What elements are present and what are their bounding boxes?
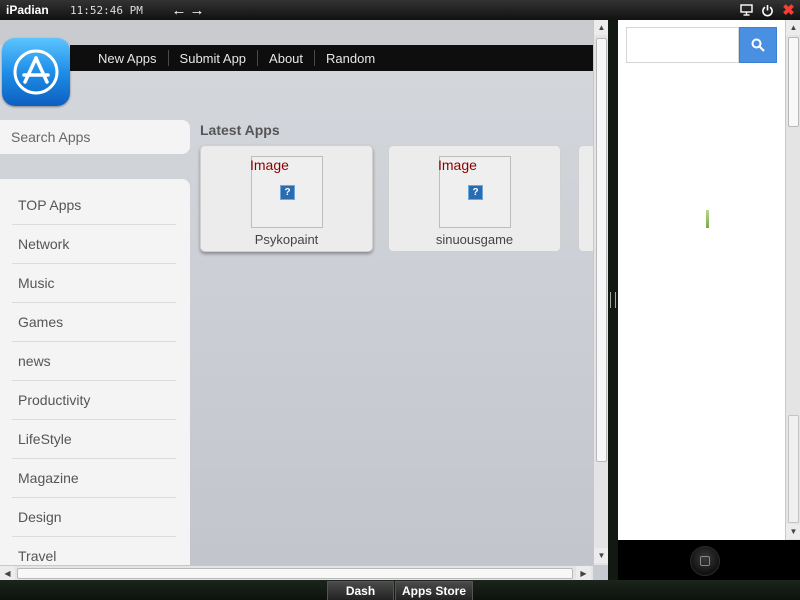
window-controls: ✖ [739, 0, 796, 20]
scroll-thumb[interactable] [788, 37, 799, 127]
taskbar: Dash Apps Store [0, 580, 800, 600]
device-screen: ▲ ▼ [618, 20, 800, 540]
category-music[interactable]: Music [12, 264, 176, 303]
nav-random[interactable]: Random [315, 50, 386, 66]
arrow-left-icon[interactable]: ← [170, 0, 188, 20]
category-top-apps[interactable]: TOP Apps [12, 186, 176, 225]
app-card-sinuousgame[interactable]: Image ? sinuousgame [388, 145, 561, 252]
scroll-down-arrow-icon[interactable]: ▼ [594, 548, 609, 563]
power-icon[interactable] [760, 3, 775, 18]
taskbar-apps-store-button[interactable]: Apps Store [395, 581, 473, 600]
scroll-down-arrow-icon[interactable]: ▼ [786, 524, 800, 539]
category-lifestyle[interactable]: LifeStyle [12, 420, 176, 459]
section-title: Latest Apps [200, 122, 280, 138]
category-news[interactable]: news [12, 342, 176, 381]
nav-about[interactable]: About [258, 50, 316, 66]
scroll-left-arrow-icon[interactable]: ◀ [0, 566, 15, 581]
site-nav: New Apps Submit App About Random [70, 45, 593, 71]
taskbar-dash-button[interactable]: Dash [327, 581, 394, 600]
monitor-icon[interactable] [739, 3, 754, 18]
app-name-label: sinuousgame [435, 232, 514, 247]
app-store-logo-icon[interactable] [2, 38, 70, 106]
app-name-label: Psykopaint [254, 232, 319, 247]
image-alt-text: Image [250, 157, 289, 173]
nav-new-apps[interactable]: New Apps [70, 50, 169, 66]
side-scrollbar[interactable]: ▲ ▼ [785, 20, 800, 540]
category-network[interactable]: Network [12, 225, 176, 264]
app-card-psykopaint[interactable]: Image ? Psykopaint [200, 145, 373, 252]
top-bar: iPadian 11:52:46 PM ← → ✖ [0, 0, 800, 20]
nav-submit-app[interactable]: Submit App [169, 50, 259, 66]
scroll-track-segment [788, 415, 799, 523]
category-magazine[interactable]: Magazine [12, 459, 176, 498]
browser-panel: New Apps Submit App About Random Search … [0, 20, 609, 581]
scroll-right-arrow-icon[interactable]: ▶ [576, 566, 591, 581]
scroll-thumb[interactable] [17, 568, 573, 579]
broken-image-icon: ? [468, 185, 483, 200]
broken-image-icon: ? [280, 185, 295, 200]
web-page: New Apps Submit App About Random Search … [0, 20, 593, 565]
image-alt-text: Image [438, 157, 477, 173]
category-list: TOP Apps Network Music Games news Produc… [0, 179, 190, 565]
scroll-up-arrow-icon[interactable]: ▲ [786, 20, 800, 35]
category-productivity[interactable]: Productivity [12, 381, 176, 420]
clock: 11:52:46 PM [70, 3, 143, 17]
site-header [0, 20, 593, 45]
device-bezel [618, 540, 800, 580]
search-apps-input[interactable]: Search Apps [0, 120, 190, 154]
app-card-partial[interactable] [578, 145, 593, 252]
app-thumbnail: Image ? [250, 156, 323, 228]
scroll-thumb[interactable] [596, 38, 607, 462]
side-search-input[interactable] [626, 27, 739, 63]
close-icon[interactable]: ✖ [781, 2, 796, 19]
panel-splitter[interactable] [608, 20, 618, 580]
category-travel[interactable]: Travel [12, 537, 176, 565]
vertical-scrollbar[interactable]: ▲ ▼ [593, 20, 609, 565]
app-name: iPadian [6, 3, 49, 17]
category-design[interactable]: Design [12, 498, 176, 537]
loading-indicator [706, 210, 709, 228]
splitter-grip-icon[interactable] [610, 292, 616, 308]
scroll-up-arrow-icon[interactable]: ▲ [594, 20, 609, 35]
category-games[interactable]: Games [12, 303, 176, 342]
search-icon[interactable] [739, 27, 777, 63]
arrow-right-icon[interactable]: → [188, 0, 206, 20]
horizontal-scrollbar[interactable]: ◀ ▶ [0, 565, 593, 581]
home-button-icon[interactable] [690, 546, 720, 576]
app-thumbnail: Image ? [438, 156, 511, 228]
